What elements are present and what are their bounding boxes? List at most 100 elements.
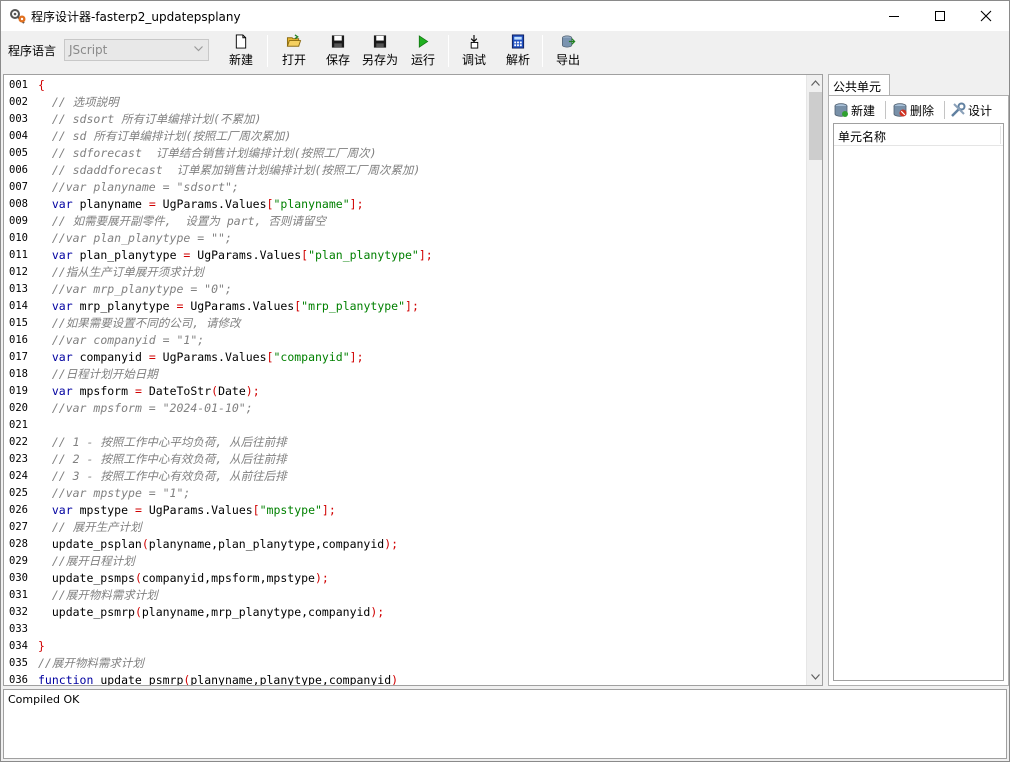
code-line[interactable]: 006 // sdaddforecast 订单累加销售计划编排计划(按照工厂周次… (4, 162, 804, 179)
code-line[interactable]: 024 // 3 - 按照工作中心有效负荷, 从前往后排 (4, 468, 804, 485)
line-number: 028 (9, 538, 28, 550)
code-line[interactable]: 008 var planyname = UgParams.Values["pla… (4, 196, 804, 213)
line-code: var planyname = UgParams.Values["planyna… (51, 197, 364, 211)
line-code: update_psplan(planyname,plan_planytype,c… (38, 537, 399, 551)
code-line[interactable]: 022 // 1 - 按照工作中心平均负荷, 从后往前排 (4, 434, 804, 451)
code-line[interactable]: 018 //日程计划开始日期 (4, 366, 804, 383)
code-line[interactable]: 005 // sdforecast 订单结合销售计划编排计划(按照工厂周次) (4, 145, 804, 162)
scrollbar-thumb[interactable] (809, 92, 822, 160)
line-number: 019 (9, 385, 28, 397)
code-line[interactable]: 020 //var mpsform = "2024-01-10"; (4, 400, 804, 417)
open-button[interactable]: 打开 (282, 34, 306, 68)
new-button[interactable]: 新建 (229, 34, 253, 68)
line-code: update_psmps(companyid,mpsform,mpstype); (38, 571, 329, 585)
code-line[interactable]: 026 var mpstype = UgParams.Values["mpsty… (4, 502, 804, 519)
units-list[interactable]: 单元名称 (833, 123, 1004, 681)
code-line[interactable]: 004 // sd 所有订单编排计划(按照工厂周次累加) (4, 128, 804, 145)
line-number: 036 (9, 674, 28, 686)
code-line[interactable]: 034} (4, 638, 804, 655)
line-number: 020 (9, 402, 28, 414)
line-number: 010 (9, 232, 28, 244)
code-lines: 001 {002 // 选项説明 003 // sdsort 所有订单编排计划(不累… (4, 77, 804, 686)
scroll-up-button[interactable] (807, 75, 822, 91)
code-line[interactable]: 012 //指从生产订单展开须求计划 (4, 264, 804, 281)
line-code: { (38, 78, 45, 92)
language-select[interactable]: JScript (64, 39, 209, 61)
minimize-button[interactable] (871, 1, 917, 31)
designer-window: 程序设计器-fasterp2_updatepsplany 程序语言 JScrip… (0, 0, 1010, 762)
line-code: var plan_planytype = UgParams.Values["pl… (51, 248, 433, 262)
line-code: // sd 所有订单编排计划(按照工厂周次累加) (51, 129, 292, 143)
code-line[interactable]: 003 // sdsort 所有订单编排计划(不累加) (4, 111, 804, 128)
toolbar-separator (542, 35, 543, 67)
line-code: function update_psmrp(planyname,planytyp… (38, 673, 399, 686)
line-code: // 3 - 按照工作中心有效负荷, 从前往后排 (51, 469, 287, 483)
line-code: //指从生产订单展开须求计划 (51, 265, 204, 279)
output-panel: Compiled OK (3, 689, 1007, 759)
line-number: 003 (9, 113, 28, 125)
line-code: //var companyid = "1"; (51, 333, 205, 347)
code-editor[interactable]: 001 {002 // 选项説明 003 // sdsort 所有订单编排计划(不累… (3, 74, 823, 686)
code-line[interactable]: 016 //var companyid = "1"; (4, 332, 804, 349)
line-code: //展开物料需求计划 (38, 656, 144, 670)
line-code: } (38, 639, 45, 653)
debug-button[interactable]: 调试 (462, 34, 486, 68)
save-as-button[interactable]: 另存为 (362, 34, 398, 68)
close-button[interactable] (963, 1, 1009, 31)
debug-icon (470, 34, 479, 49)
export-button[interactable]: 导出 (556, 34, 580, 68)
parse-button[interactable]: 解析 (506, 34, 530, 68)
debug-button-label: 调试 (462, 53, 487, 67)
code-line[interactable]: 021 (4, 417, 804, 434)
unit-design-button[interactable]: 设计 (950, 100, 992, 120)
code-line[interactable]: 019 var mpsform = DateToStr(Date); (4, 383, 804, 400)
code-line[interactable]: 029 //展开日程计划 (4, 553, 804, 570)
code-line[interactable]: 031 //展开物料需求计划 (4, 587, 804, 604)
code-line[interactable]: 017 var companyid = UgParams.Values["com… (4, 349, 804, 366)
unit-delete-button[interactable]: 删除 (892, 100, 934, 120)
maximize-button[interactable] (917, 1, 963, 31)
code-line[interactable]: 027 // 展开生产计划 (4, 519, 804, 536)
code-line[interactable]: 010 //var plan_planytype = ""; (4, 230, 804, 247)
maximize-icon (935, 11, 945, 21)
tools-icon (951, 102, 966, 117)
scroll-down-button[interactable] (807, 669, 822, 685)
line-number: 018 (9, 368, 28, 380)
code-line[interactable]: 001 { (4, 77, 804, 94)
code-line[interactable]: 014 var mrp_planytype = UgParams.Values[… (4, 298, 804, 315)
line-number: 001 (9, 79, 28, 91)
code-line[interactable]: 011 var plan_planytype = UgParams.Values… (4, 247, 804, 264)
editor-vertical-scrollbar[interactable] (806, 75, 822, 685)
code-line[interactable]: 033 (4, 621, 804, 638)
line-number: 027 (9, 521, 28, 533)
code-line[interactable]: 023 // 2 - 按照工作中心有效负荷, 从后往前排 (4, 451, 804, 468)
code-line[interactable]: 030 update_psmps(companyid,mpsform,mpsty… (4, 570, 804, 587)
line-number: 016 (9, 334, 28, 346)
units-list-header[interactable]: 单元名称 (834, 124, 1003, 146)
run-button[interactable]: 运行 (411, 34, 435, 68)
code-line[interactable]: 002 // 选项説明 (4, 94, 804, 111)
line-code: var companyid = UgParams.Values["company… (51, 350, 364, 364)
tab-public-units[interactable]: 公共单元 (828, 74, 890, 96)
save-button[interactable]: 保存 (326, 34, 350, 68)
code-line[interactable]: 028 update_psplan(planyname,plan_planyty… (4, 536, 804, 553)
save-icon (331, 35, 345, 48)
line-code: var mpstype = UgParams.Values["mpstype"]… (51, 503, 336, 517)
language-value: JScript (69, 43, 108, 57)
code-line[interactable]: 013 //var mrp_planytype = "0"; (4, 281, 804, 298)
line-number: 017 (9, 351, 28, 363)
window-title: 程序设计器-fasterp2_updatepsplany (31, 10, 241, 24)
line-number: 005 (9, 147, 28, 159)
code-line[interactable]: 035 //展开物料需求计划 (4, 655, 804, 672)
code-line[interactable]: 007 //var planyname = "sdsort"; (4, 179, 804, 196)
code-line[interactable]: 032 update_psmrp(planyname,mrp_planytype… (4, 604, 804, 621)
unit-new-button[interactable]: 新建 (833, 100, 875, 120)
app-gear-icon (10, 9, 26, 24)
code-line[interactable]: 036 function update_psmrp(planyname,plany… (4, 672, 804, 686)
line-code: // 如需要展开副零件, 设置为 part, 否则请留空 (51, 214, 326, 228)
code-line[interactable]: 025 //var mpstype = "1"; (4, 485, 804, 502)
code-line[interactable]: 015 //如果需要设置不同的公司, 请修改 (4, 315, 804, 332)
line-code: //展开物料需求计划 (51, 588, 158, 602)
code-line[interactable]: 009 // 如需要展开副零件, 设置为 part, 否则请留空 (4, 213, 804, 230)
line-code: //如果需要设置不同的公司, 请修改 (51, 316, 241, 330)
